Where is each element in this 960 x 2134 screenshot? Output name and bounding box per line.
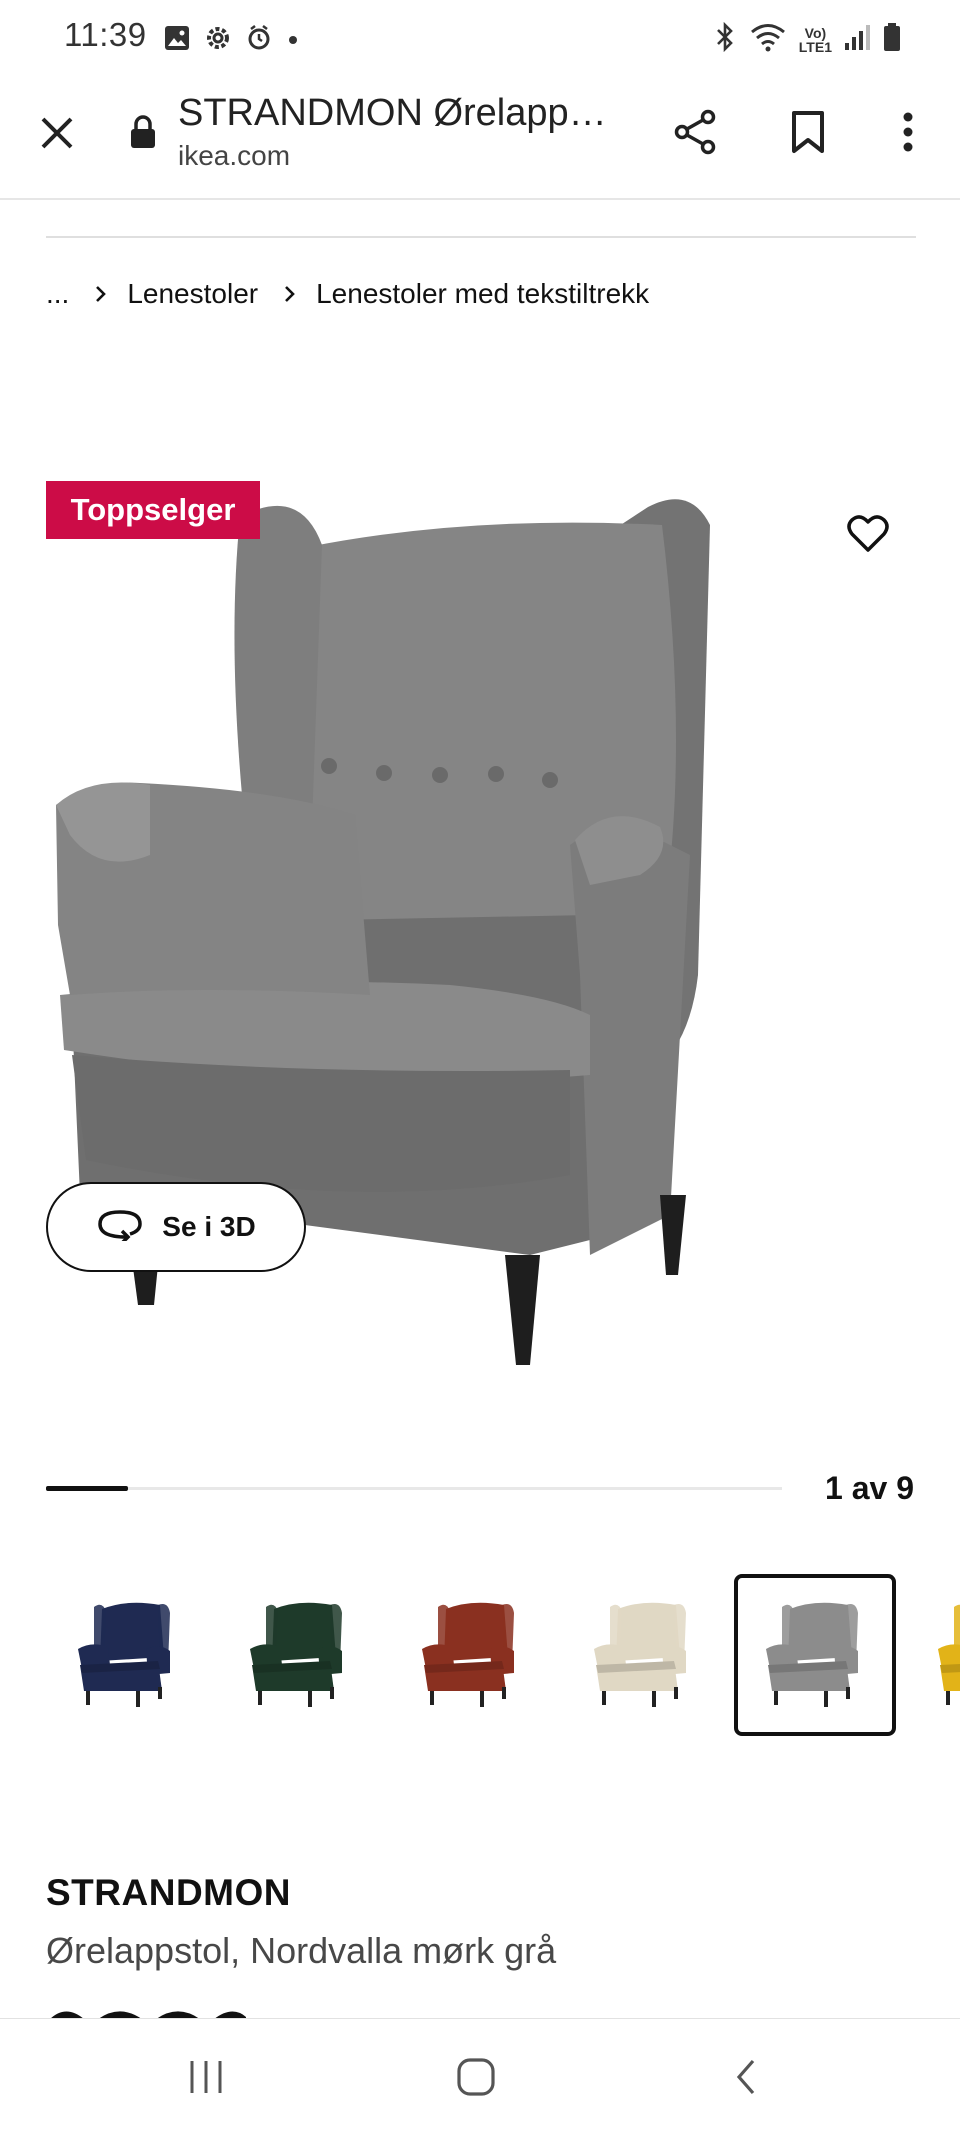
armchair-thumbnail <box>938 1604 960 1705</box>
alarm-icon <box>246 24 274 57</box>
recent-apps-icon <box>186 2059 226 2100</box>
close-button[interactable] <box>30 108 84 162</box>
gallery-counter: 1 av 9 <box>825 1470 914 1506</box>
product-name: STRANDMON <box>46 1872 291 1913</box>
thumbnail-strip <box>46 1574 960 1738</box>
breadcrumb: ... Lenestoler Lenestoler med tekstiltre… <box>46 278 649 310</box>
close-icon <box>40 116 74 155</box>
dot-icon <box>288 32 298 50</box>
page-title[interactable]: STRANDMON Ørelapp… <box>178 92 607 135</box>
thumbnail-beige[interactable] <box>562 1574 724 1736</box>
bookmark-icon <box>790 110 826 159</box>
product-description: Ørelappstol, Nordvalla mørk grå <box>46 1930 557 1971</box>
breadcrumb-item-lenestoler[interactable]: Lenestoler <box>127 278 258 310</box>
armchair-thumbnail <box>422 1602 514 1707</box>
chevron-right-icon <box>95 278 107 310</box>
armchair-thumbnail <box>250 1602 342 1707</box>
thumbnail-dark-green[interactable] <box>218 1574 380 1736</box>
view-3d-button[interactable]: Se i 3D <box>46 1182 306 1272</box>
image-icon <box>164 25 190 56</box>
thumbnail-grey[interactable] <box>734 1574 896 1736</box>
share-icon <box>673 109 719 160</box>
more-menu-button[interactable] <box>880 106 936 162</box>
status-bar: 11:39 Vo) LTE1 <box>0 0 960 78</box>
armchair-thumbnail <box>766 1602 858 1707</box>
view-3d-label: Se i 3D <box>162 1211 256 1242</box>
url-text[interactable]: ikea.com <box>178 140 290 172</box>
breadcrumb-item-tekstiltrekk[interactable]: Lenestoler med tekstiltrekk <box>316 278 649 310</box>
thumbnail-navy[interactable] <box>46 1574 208 1736</box>
back-icon <box>733 2057 759 2102</box>
thumbnail-rust[interactable] <box>390 1574 552 1736</box>
armchair-thumbnail <box>78 1602 170 1707</box>
breadcrumb-item-more[interactable]: ... <box>46 278 69 310</box>
settings-icon <box>204 24 232 57</box>
bookmark-button[interactable] <box>780 106 836 162</box>
more-vert-icon <box>902 111 914 158</box>
navigation-bar <box>0 2018 960 2134</box>
bluetooth-icon <box>713 21 737 57</box>
page-divider <box>46 236 916 238</box>
rotate-3d-icon <box>96 1207 144 1248</box>
battery-icon <box>882 22 902 57</box>
wifi-icon <box>749 22 787 57</box>
gallery-progress-fill <box>46 1486 128 1491</box>
home-icon <box>456 2057 496 2102</box>
lock-icon <box>128 114 158 155</box>
heart-icon <box>846 514 890 559</box>
armchair-thumbnail <box>594 1602 686 1707</box>
topseller-badge: Toppselger <box>46 481 260 539</box>
chevron-right-icon <box>284 278 296 310</box>
browser-toolbar: STRANDMON Ørelapp… ikea.com <box>0 78 960 200</box>
signal-icon <box>844 23 870 56</box>
home-button[interactable] <box>446 2049 506 2109</box>
favorite-button[interactable] <box>822 490 914 582</box>
status-time: 11:39 <box>64 16 147 53</box>
volte-icon: Vo) LTE1 <box>798 24 832 55</box>
back-button[interactable] <box>716 2049 776 2109</box>
share-button[interactable] <box>668 106 724 162</box>
gallery-progress-track <box>46 1486 782 1491</box>
recent-apps-button[interactable] <box>176 2049 236 2109</box>
thumbnail-yellow[interactable] <box>906 1574 960 1736</box>
